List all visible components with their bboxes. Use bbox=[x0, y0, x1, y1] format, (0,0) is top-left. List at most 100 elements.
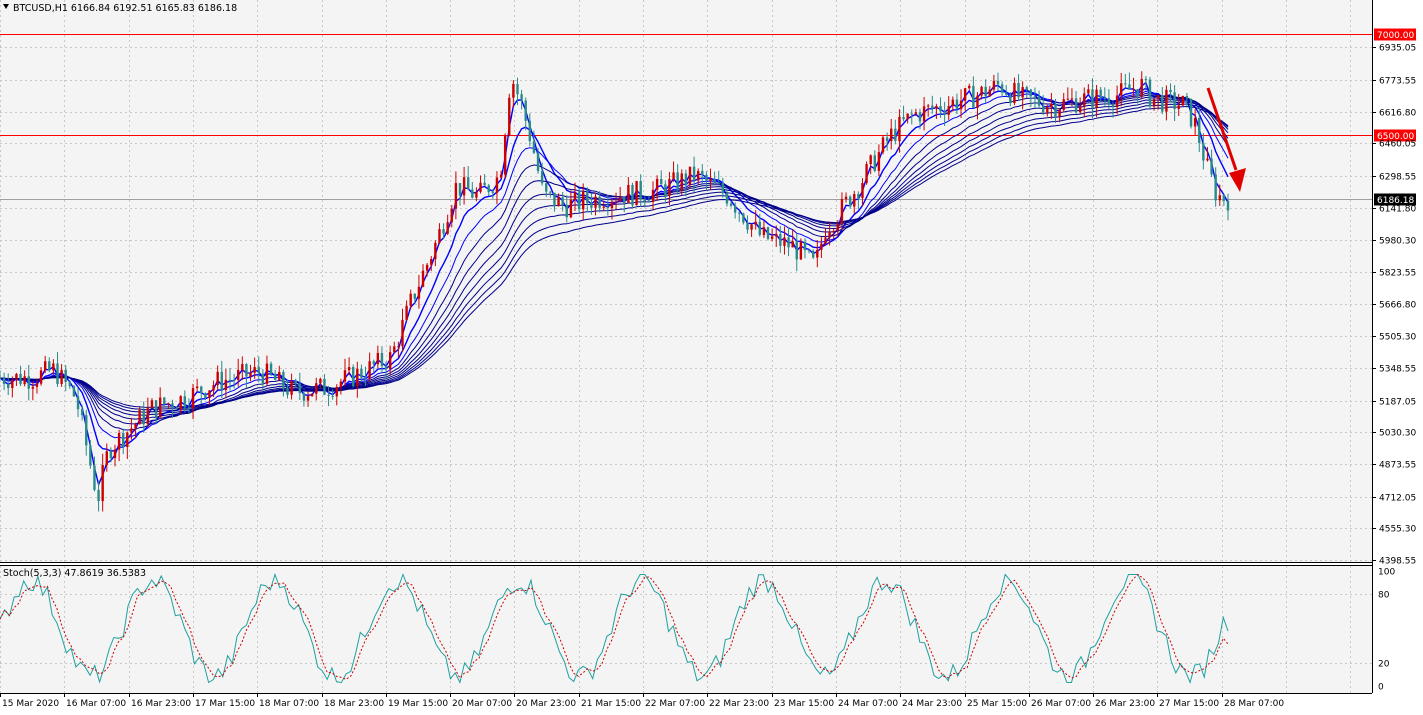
candle-body bbox=[746, 222, 749, 230]
candle-body bbox=[1017, 82, 1020, 98]
candle-body bbox=[602, 206, 605, 208]
candle-body bbox=[688, 166, 692, 186]
candle-body bbox=[117, 433, 121, 450]
candle-body bbox=[881, 137, 885, 153]
x-tick-label: 15 Mar 2020 bbox=[2, 699, 59, 709]
candle-body bbox=[775, 234, 778, 237]
candle-body bbox=[352, 367, 355, 387]
candle-body bbox=[1111, 104, 1115, 108]
candle-body bbox=[163, 397, 166, 405]
candle-body bbox=[491, 192, 495, 194]
candle-body bbox=[959, 100, 963, 110]
candle-body bbox=[454, 183, 458, 209]
candle-body bbox=[339, 381, 343, 387]
candle-body bbox=[668, 178, 671, 196]
candle-body bbox=[503, 135, 507, 175]
candle-body bbox=[241, 364, 244, 370]
candle-body bbox=[11, 379, 14, 388]
candle-body bbox=[1222, 195, 1226, 201]
candle-body bbox=[372, 361, 375, 365]
candle-body bbox=[561, 197, 564, 205]
price-panel[interactable] bbox=[0, 0, 1372, 562]
candle-body bbox=[60, 369, 63, 384]
candle-body bbox=[200, 386, 203, 394]
candle-body bbox=[528, 120, 532, 142]
stoch-panel[interactable] bbox=[0, 566, 1372, 693]
candle-body bbox=[483, 182, 486, 186]
candle-body bbox=[1070, 98, 1074, 100]
candle-body bbox=[294, 380, 297, 384]
candle-body bbox=[208, 390, 211, 398]
candle-body bbox=[409, 293, 412, 306]
candle-body bbox=[384, 366, 388, 370]
candle-body bbox=[758, 221, 761, 236]
candle-body bbox=[43, 361, 47, 371]
candle-body bbox=[167, 403, 170, 405]
candle-body bbox=[1181, 96, 1185, 106]
level-price-label: 7000.00 bbox=[1377, 31, 1414, 41]
candle-body bbox=[48, 361, 51, 371]
candle-body bbox=[388, 352, 392, 370]
x-tick-label: 18 Mar 23:00 bbox=[324, 699, 384, 709]
candle-body bbox=[1009, 94, 1012, 103]
candle-body bbox=[902, 116, 905, 120]
candle-body bbox=[618, 197, 622, 202]
candle-body bbox=[684, 173, 688, 186]
candle-body bbox=[1058, 109, 1061, 117]
x-tick-label: 16 Mar 07:00 bbox=[66, 699, 126, 709]
candle-body bbox=[672, 172, 675, 179]
candle-body bbox=[19, 373, 22, 385]
candle-body bbox=[175, 408, 178, 410]
candle-body bbox=[820, 243, 823, 250]
candle-body bbox=[1046, 107, 1049, 113]
candle-body bbox=[787, 237, 790, 248]
chart-canvas[interactable]: 7000.006500.006186.18 6935.056773.556616… bbox=[0, 0, 1423, 715]
candle-body bbox=[898, 116, 901, 141]
candle-body bbox=[598, 196, 601, 208]
candle-body bbox=[955, 99, 959, 110]
candle-body bbox=[335, 386, 338, 397]
candle-body bbox=[1132, 89, 1135, 91]
candle-body bbox=[23, 376, 26, 385]
candle-body bbox=[257, 367, 260, 374]
candle-body bbox=[331, 395, 334, 397]
x-tick-label: 28 Mar 07:00 bbox=[1224, 699, 1284, 709]
candle-body bbox=[894, 128, 897, 141]
y-tick-label: 4873.55 bbox=[1379, 461, 1416, 471]
candle-body bbox=[943, 111, 946, 115]
y-tick-label: 4712.05 bbox=[1379, 494, 1416, 504]
candle-body bbox=[660, 178, 663, 185]
candle-body bbox=[828, 231, 831, 238]
candle-body bbox=[590, 202, 593, 208]
candle-body bbox=[56, 363, 59, 384]
candle-body bbox=[138, 410, 141, 425]
candle-body bbox=[327, 394, 330, 396]
candle-body bbox=[1029, 89, 1033, 97]
candle-body bbox=[729, 203, 733, 206]
candle-body bbox=[450, 208, 453, 223]
candle-body bbox=[52, 363, 55, 371]
candle-body bbox=[951, 99, 955, 107]
candle-body bbox=[709, 178, 712, 181]
candle-body bbox=[935, 105, 938, 109]
candle-body bbox=[380, 352, 384, 367]
candle-body bbox=[890, 128, 893, 142]
candle-body bbox=[799, 241, 803, 260]
candle-body bbox=[195, 386, 199, 389]
candle-body bbox=[972, 85, 975, 108]
candle-body bbox=[134, 424, 137, 429]
candle-body bbox=[146, 408, 150, 425]
candle-body bbox=[931, 105, 934, 109]
chart-header: BTCUSD,H1 6166.84 6192.51 6165.83 6186.1… bbox=[13, 3, 237, 14]
time-axis: 15 Mar 2020 16 Mar 07:00 16 Mar 23:00 17 Ma… bbox=[0, 693, 1284, 709]
y-tick-label: 4555.30 bbox=[1379, 525, 1416, 535]
candle-body bbox=[532, 141, 536, 153]
candle-body bbox=[273, 373, 277, 380]
y-tick-label: 6935.05 bbox=[1379, 44, 1416, 54]
candle-body bbox=[980, 86, 983, 96]
candle-body bbox=[742, 213, 745, 223]
stoch-tick-label: 20 bbox=[1378, 660, 1390, 670]
candle-body bbox=[963, 88, 967, 101]
candle-body bbox=[220, 371, 223, 390]
candle-body bbox=[237, 369, 240, 380]
